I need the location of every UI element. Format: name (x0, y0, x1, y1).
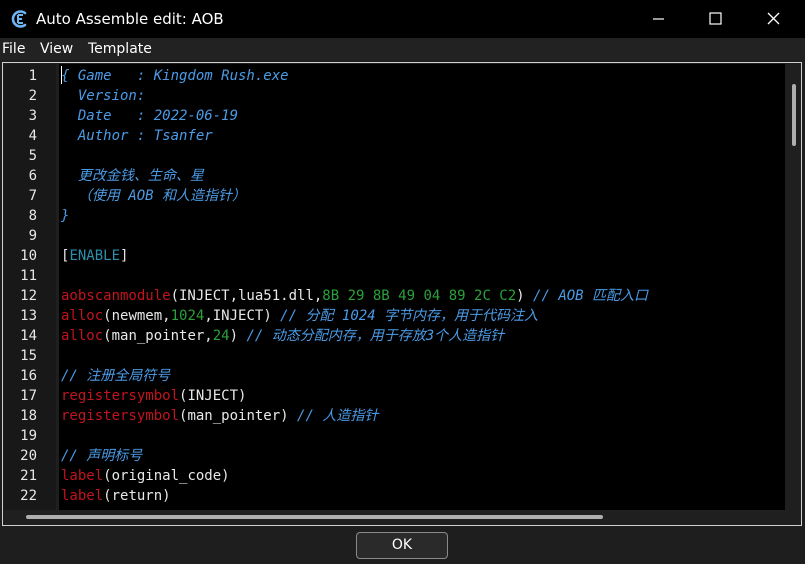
code-token: } (61, 208, 70, 224)
line-number: 13 (20, 308, 37, 324)
code-token: ,INJECT) (204, 308, 281, 324)
code-token: (INJECT) (179, 388, 247, 404)
line-number: 14 (20, 328, 37, 344)
line-number: 10 (20, 248, 37, 264)
line-number: 2 (28, 88, 37, 104)
code-token: label (61, 468, 104, 484)
menu-view[interactable]: View (40, 41, 73, 57)
code-line: aobscanmodule(INJECT,lua51.dll,8B 29 8B … (61, 286, 648, 306)
title-bar[interactable]: Auto Assemble edit: AOB (0, 0, 805, 38)
code-line: label(original_code) (61, 466, 230, 486)
code-token: ) (516, 288, 534, 304)
code-line: 更改金钱、生命、星 (61, 166, 204, 186)
code-line: // 声明标号 (61, 446, 142, 466)
code-token: (man_pointer, (103, 328, 213, 344)
code-token: label (61, 488, 104, 504)
line-number: 20 (20, 448, 37, 464)
code-line: // 注册全局符号 (61, 366, 170, 386)
vertical-scroll-thumb[interactable] (792, 84, 796, 146)
code-token: // AOB 匹配入口 (533, 288, 649, 304)
code-line: { Game : Kingdom Rush.exe (61, 66, 289, 86)
code-token: (return) (103, 488, 171, 504)
line-number: 21 (20, 468, 37, 484)
line-number: 17 (20, 388, 37, 404)
line-number: 22 (20, 488, 37, 504)
code-token: 更改金钱、生命、星 (61, 168, 204, 184)
code-token: // 注册全局符号 (61, 368, 171, 384)
code-line: registersymbol(man_pointer) // 人造指针 (61, 406, 378, 426)
script-editor[interactable]: 1 2 3 4 5 6 7 8 9 10 11 12 13 14 15 16 17 18 19 20 21 22 { Ga… (2, 62, 802, 526)
code-token: (man_pointer) (179, 408, 298, 424)
menu-template[interactable]: Template (88, 41, 152, 57)
line-number: 5 (28, 148, 37, 164)
code-area[interactable]: { Game : Kingdom Rush.exe Version: Date … (59, 64, 785, 510)
code-token: registersymbol (61, 408, 180, 424)
code-line: Date : 2022-06-19 (61, 106, 238, 126)
line-number: 1 (28, 68, 37, 84)
code-line: [ENABLE] (61, 246, 128, 266)
code-token: Author : Tsanfer (61, 128, 213, 144)
code-token: { Game : Kingdom Rush.exe (61, 68, 289, 84)
line-number-gutter: 1 2 3 4 5 6 7 8 9 10 11 12 13 14 15 16 17 18 19 20 21 22 (4, 64, 56, 510)
code-line: Version: (61, 86, 145, 106)
code-token: (original_code) (103, 468, 230, 484)
code-token: // 声明标号 (61, 448, 143, 464)
code-token: alloc (61, 328, 104, 344)
code-token: ENABLE (69, 248, 121, 264)
maximize-button[interactable] (687, 0, 743, 38)
code-line: Author : Tsanfer (61, 126, 213, 146)
minimize-icon (653, 18, 664, 20)
code-token: 24 (212, 328, 230, 344)
code-line: } (61, 206, 69, 226)
code-line: alloc(man_pointer,24) // 动态分配内存，用于存放3个人造… (61, 326, 504, 346)
window-title: Auto Assemble edit: AOB (36, 10, 224, 28)
code-token: // 动态分配内存，用于存放3个人造指针 (246, 328, 505, 344)
line-number: 8 (28, 208, 37, 224)
horizontal-scrollbar[interactable] (4, 510, 786, 524)
line-number: 11 (20, 268, 37, 284)
code-line: alloc(newmem,1024,INJECT) // 分配 1024 字节内… (61, 306, 538, 326)
line-number: 6 (28, 168, 37, 184)
code-token: Date : 2022-06-19 (61, 108, 239, 124)
line-number: 19 (20, 428, 37, 444)
code-token: aobscanmodule (61, 288, 171, 304)
line-number: 9 (28, 228, 37, 244)
code-token: （使用 AOB 和人造指针） (61, 188, 247, 204)
code-token: alloc (61, 308, 104, 324)
close-button[interactable] (746, 0, 802, 38)
line-number: 15 (20, 348, 37, 364)
line-number: 12 (20, 288, 37, 304)
code-token: registersymbol (61, 388, 180, 404)
code-token: 8B 29 8B 49 04 89 2C C2 (322, 288, 517, 304)
code-token: (INJECT,lua51.dll, (170, 288, 323, 304)
code-token: (newmem, (103, 308, 171, 324)
code-line: label(return) (61, 486, 171, 506)
line-number: 4 (28, 128, 37, 144)
line-number: 7 (28, 188, 37, 204)
horizontal-scroll-thumb[interactable] (26, 515, 603, 519)
code-line: registersymbol(INJECT) (61, 386, 246, 406)
ok-button[interactable]: OK (356, 532, 448, 559)
line-number: 18 (20, 408, 37, 424)
cheat-engine-icon (11, 10, 27, 28)
code-token: // 人造指针 (297, 408, 379, 424)
menu-file[interactable]: File (2, 41, 25, 57)
code-token: Version: (61, 88, 146, 104)
code-token: 1024 (170, 308, 205, 324)
line-number: 3 (28, 108, 37, 124)
code-token: ) (229, 328, 247, 344)
close-icon (767, 12, 780, 25)
vertical-scrollbar[interactable] (788, 64, 800, 510)
line-number: 16 (20, 368, 37, 384)
code-line: （使用 AOB 和人造指针） (61, 186, 246, 206)
minimize-button[interactable] (631, 0, 687, 38)
menu-bar: File View Template (0, 38, 805, 60)
maximize-icon (709, 12, 722, 25)
code-token: // 分配 1024 字节内存，用于代码注入 (280, 308, 539, 324)
code-token: ] (120, 248, 129, 264)
